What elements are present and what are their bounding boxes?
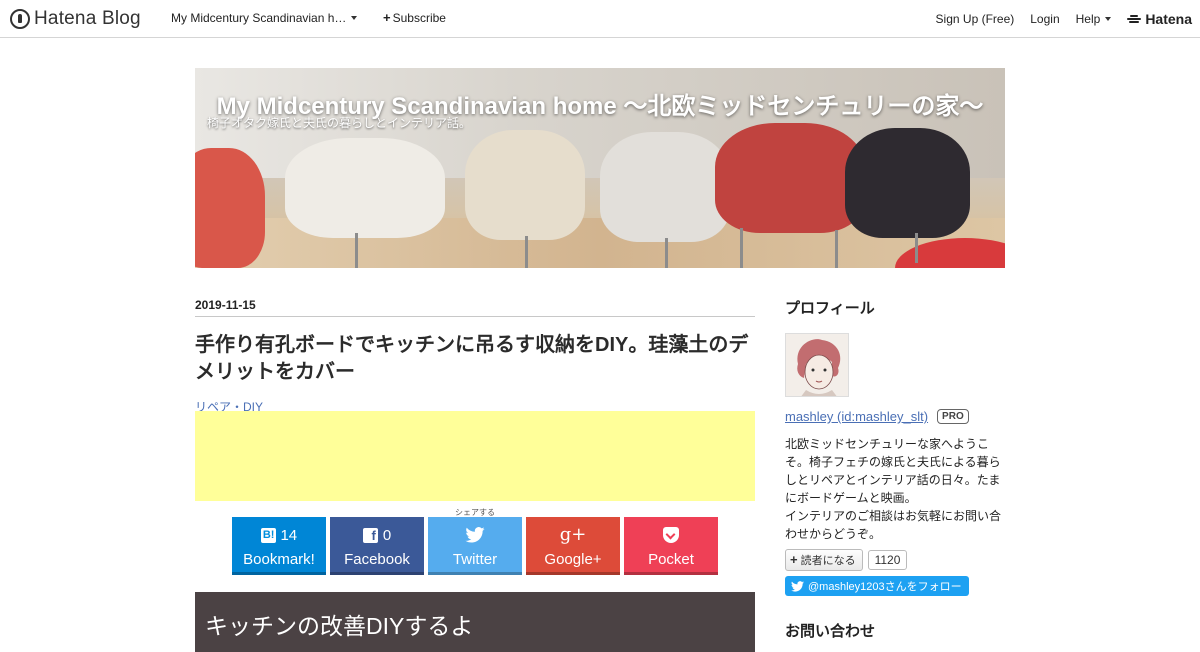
twitter-follow-label: @mashley1203さんをフォロー <box>808 581 962 593</box>
google-plus-label: Google+ <box>544 551 602 568</box>
pro-badge: PRO <box>937 409 969 424</box>
bio-line: にボードゲームと映画。 <box>785 491 917 505</box>
chair-leg-shape <box>835 230 838 268</box>
profile-user-link[interactable]: mashley (id:mashley_slt) <box>785 409 928 424</box>
twitter-icon <box>465 527 485 543</box>
pocket-icon <box>663 527 679 543</box>
facebook-share-button[interactable]: f 0 Facebook <box>330 517 424 575</box>
blog-menu-dropdown[interactable]: My Midcentury Scandinavian h… <box>171 11 358 25</box>
become-reader-label: 読者になる <box>800 555 856 567</box>
blog-description: 椅子オタク嫁氏と夫氏の暮らしとインテリア話。 <box>207 116 472 130</box>
entry-date[interactable]: 2019-11-15 <box>195 298 256 312</box>
hatena-brand-text: Hatena <box>1145 11 1192 27</box>
twitter-follow-button[interactable]: @mashley1203さんをフォロー <box>785 576 969 596</box>
facebook-count: 0 <box>382 526 392 544</box>
subscribe-label: Subscribe <box>392 11 446 25</box>
avatar-illustration <box>786 334 848 396</box>
blog-menu-label: My Midcentury Scandinavian h… <box>171 11 347 25</box>
pocket-label: Pocket <box>648 551 694 568</box>
bio-line: わせからどうぞ。 <box>785 527 882 541</box>
caret-down-icon <box>351 16 358 20</box>
twitter-label: Twitter <box>452 551 498 568</box>
pocket-share-button[interactable]: Pocket <box>624 517 718 575</box>
login-link[interactable]: Login <box>1030 12 1059 26</box>
twitter-icon <box>791 580 804 592</box>
become-reader-button[interactable]: + 読者になる <box>785 549 863 571</box>
chair-photo-shape <box>715 123 865 233</box>
bookmark-count: 14 <box>280 526 298 544</box>
bio-line: 北欧ミッドセンチュリーな家へようこ <box>785 437 990 451</box>
chair-photo-shape <box>600 132 730 242</box>
hatena-brand-link[interactable]: Hatena <box>1127 11 1192 27</box>
profile-bio: 北欧ミッドセンチュリーな家へようこ そ。椅子フェチの嫁氏と夫氏による暮ら しとリ… <box>785 435 1005 543</box>
twitter-share-button[interactable]: Twitter <box>428 517 522 575</box>
blog-header-banner[interactable]: My Midcentury Scandinavian home 〜北欧ミッドセン… <box>195 68 1005 268</box>
bio-line: そ。椅子フェチの嫁氏と夫氏による暮ら <box>785 455 1001 469</box>
reader-subscribe-row: + 読者になる 1120 <box>785 549 908 571</box>
chair-leg-shape <box>740 228 743 268</box>
bio-line: しとリペアとインテリア話の日々。たま <box>785 473 1001 487</box>
chair-leg-shape <box>355 233 358 268</box>
bookmark-label: Bookmark! <box>243 551 315 568</box>
chair-leg-shape <box>665 238 668 268</box>
hatena-bookmark-share-button[interactable]: B! 14 Bookmark! <box>232 517 326 575</box>
google-plus-share-button[interactable]: g+ Google+ <box>526 517 620 575</box>
plus-icon: + <box>790 552 798 567</box>
plus-icon: + <box>383 10 391 25</box>
chair-leg-shape <box>525 236 528 268</box>
chair-photo-shape <box>285 138 445 238</box>
hatena-blog-logo[interactable]: Hatena Blog <box>10 8 141 30</box>
logo-text: Hatena Blog <box>34 8 141 29</box>
signup-link[interactable]: Sign Up (Free) <box>936 12 1015 26</box>
ad-slot[interactable] <box>195 411 755 501</box>
facebook-label: Facebook <box>344 551 410 568</box>
hatena-blog-pen-icon <box>10 9 30 29</box>
entry-section-heading: キッチンの改善DIYするよ <box>195 592 755 652</box>
profile-user-line: mashley (id:mashley_slt) PRO <box>785 409 969 424</box>
account-links: Sign Up (Free) Login Help Hatena <box>936 11 1200 27</box>
entry-title[interactable]: 手作り有孔ボードでキッチンに吊るす収納をDIY。珪藻土のデメリットをカバー <box>195 332 760 386</box>
hatena-mark-icon <box>1127 14 1142 24</box>
contact-heading: お問い合わせ <box>785 623 876 640</box>
chair-photo-shape <box>465 130 585 240</box>
bio-line: インテリアのご相談はお気軽にお問い合 <box>785 509 1002 523</box>
help-dropdown[interactable]: Help <box>1076 12 1112 26</box>
caret-down-icon <box>1105 17 1112 21</box>
chair-photo-shape <box>195 148 265 268</box>
help-label: Help <box>1075 12 1101 26</box>
global-header: Hatena Blog My Midcentury Scandinavian h… <box>0 0 1200 38</box>
chair-photo-shape <box>845 128 970 238</box>
chair-leg-shape <box>915 233 918 263</box>
reader-count[interactable]: 1120 <box>867 550 908 570</box>
profile-heading: プロフィール <box>785 300 875 317</box>
date-divider <box>195 316 755 317</box>
hatena-bookmark-icon: B! <box>260 527 277 543</box>
subscribe-button[interactable]: + Subscribe <box>383 11 446 25</box>
google-plus-icon: g+ <box>559 524 587 545</box>
share-buttons: B! 14 Bookmark! f 0 Facebook Twitter g+ … <box>232 517 722 575</box>
facebook-icon: f <box>362 527 378 543</box>
profile-avatar[interactable] <box>785 333 849 397</box>
